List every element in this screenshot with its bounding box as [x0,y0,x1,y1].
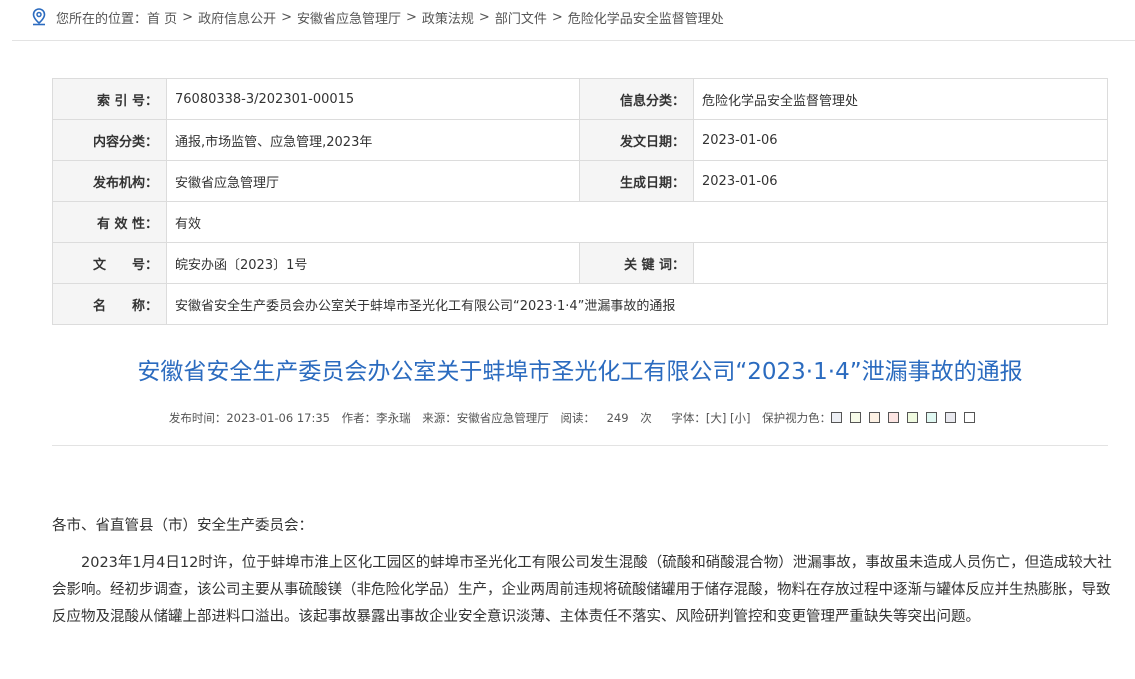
author: 作者：李永瑞 [341,411,411,425]
font-large-button[interactable]: [大] [706,411,726,425]
breadcrumb-separator: > [281,9,292,25]
breadcrumb-prefix: 您所在的位置： [56,11,148,27]
reads-label: 阅读： [560,411,595,425]
article-info: 发布时间：2023-01-06 17:35 作者：李永瑞 来源：安徽省应急管理厅… [0,410,1135,426]
eye-color-swatch[interactable] [964,412,976,423]
salutation: 各市、省直管县（市）安全生产委员会： [52,518,313,534]
name-value: 安徽省安全生产委员会办公室关于蚌埠市圣光化工有限公司“2023·1·4”泄漏事故… [166,283,1108,325]
generated-date-label: 生成日期： [579,160,694,202]
content-category-label: 内容分类： [52,119,167,161]
breadcrumb-separator: > [406,9,417,25]
issue-date-label: 发文日期： [579,119,694,161]
breadcrumb-division[interactable]: 危险化学品安全监督管理处 [568,8,724,27]
font-label: 字体： [671,411,706,425]
breadcrumb-separator: > [182,9,194,25]
validity-value: 有效 [166,201,1108,243]
breadcrumb: 您所在的位置： 首 页 > 政府信息公开 > 安徽省应急管理厅 > 政策法规 >… [30,6,724,28]
validity-label: 有 效 性： [52,201,167,243]
breadcrumb-dept-docs[interactable]: 部门文件 [495,8,547,27]
source: 来源：安徽省应急管理厅 [422,411,549,425]
index-value: 76080338-3/202301-00015 [166,78,580,120]
generated-date-value: 2023-01-06 [693,160,1108,202]
eye-color-swatch[interactable] [869,412,881,423]
index-label: 索 引 号： [52,78,167,120]
eye-color-swatch[interactable] [850,412,862,423]
issue-date-value: 2023-01-06 [693,119,1108,161]
keywords-label: 关 键 词： [579,242,694,284]
eye-color-swatch[interactable] [945,412,957,423]
font-size-controls: 字体：[大] [小] [671,411,750,425]
divider [52,445,1108,446]
breadcrumb-separator: > [551,9,563,25]
publish-time: 发布时间：2023-01-06 17:35 [168,411,330,425]
breadcrumb-policy[interactable]: 政策法规 [422,8,474,27]
font-small-button[interactable]: [小] [730,411,750,425]
breadcrumb-home[interactable]: 首 页 [147,8,177,27]
doc-number-value: 皖安办函〔2023〕1号 [166,242,580,284]
eye-color-swatch[interactable] [926,412,938,423]
breadcrumb-separator: > [478,9,490,25]
eye-color-swatch[interactable] [831,412,843,423]
info-category-value: 危险化学品安全监督管理处 [693,78,1108,120]
article-title: 安徽省安全生产委员会办公室关于蚌埠市圣光化工有限公司“2023·1·4”泄漏事故… [137,359,1023,385]
article-body: 各市、省直管县（市）安全生产委员会： 2023年1月4日12时许，位于蚌埠市淮上… [52,513,1112,641]
eye-color-swatches [831,411,983,425]
breadcrumb-gov-info[interactable]: 政府信息公开 [198,8,276,27]
doc-number-label: 文 号： [52,242,167,284]
metadata-table: 索 引 号： 76080338-3/202301-00015 信息分类： 危险化… [52,78,1108,325]
info-category-label: 信息分类： [579,78,694,120]
reads: 阅读： 249 次 [560,411,659,425]
reads-unit: 次 [640,411,652,425]
publisher-label: 发布机构： [52,160,167,202]
keywords-value [693,242,1108,284]
eye-color-swatch[interactable] [888,412,900,423]
paragraph: 2023年1月4日12时许，位于蚌埠市淮上区化工园区的蚌埠市圣光化工有限公司发生… [52,555,1112,625]
divider [12,40,1135,41]
breadcrumb-dept[interactable]: 安徽省应急管理厅 [297,8,401,27]
eye-color-swatch[interactable] [907,412,919,423]
location-pin-icon [32,8,46,26]
eye-color-label: 保护视力色： [762,411,832,425]
name-label: 名 称： [52,283,167,325]
reads-count: 249 [606,411,629,425]
publisher-value: 安徽省应急管理厅 [166,160,580,202]
content-category-value: 通报,市场监管、应急管理,2023年 [166,119,580,161]
